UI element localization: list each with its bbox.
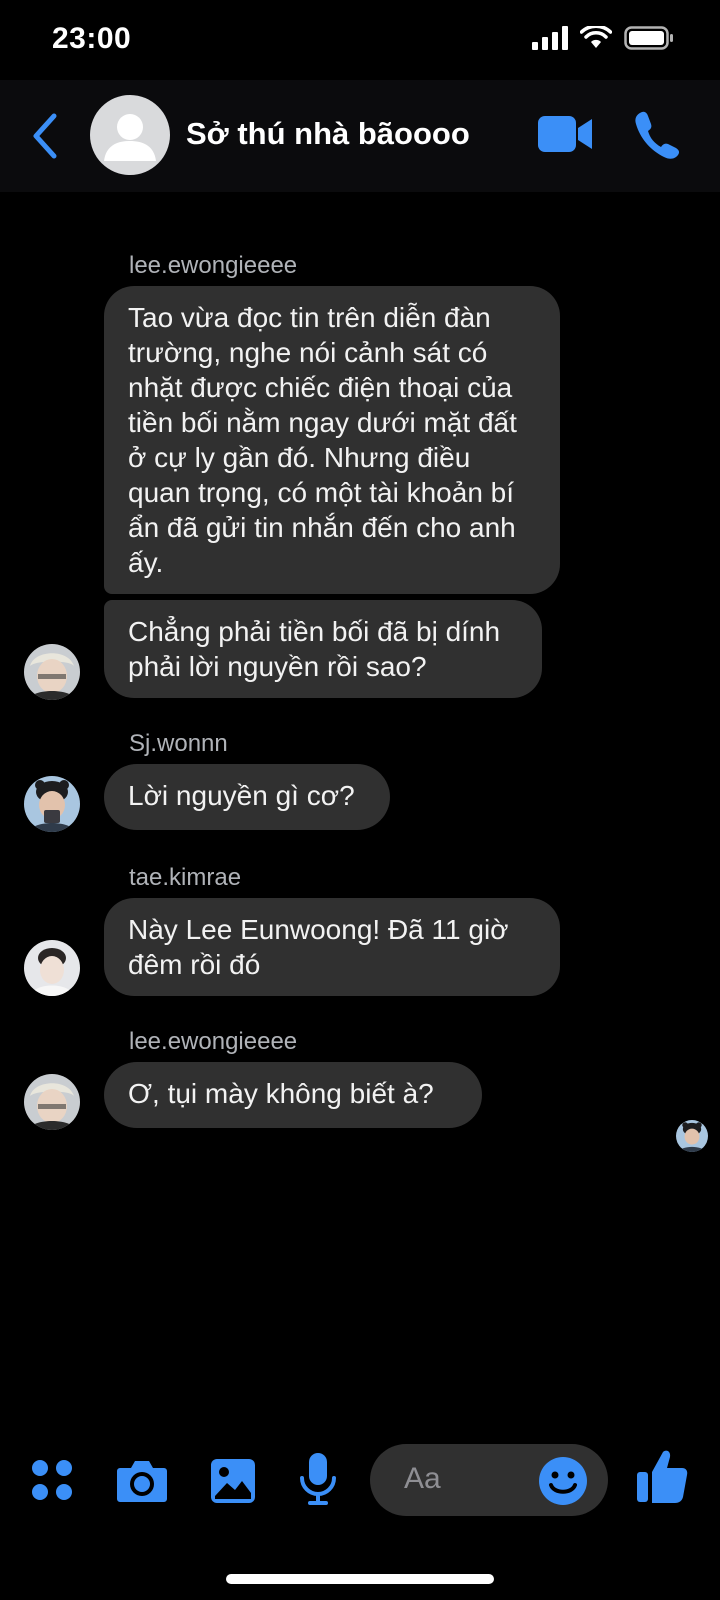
sender-avatar[interactable] (24, 1074, 80, 1130)
user-photo-avatar (24, 644, 80, 700)
user-photo-avatar (676, 1120, 708, 1152)
back-button[interactable] (26, 110, 66, 162)
sender-avatar[interactable] (24, 776, 80, 832)
image-icon (211, 1459, 255, 1503)
sender-name: lee.ewongieeee (129, 252, 298, 279)
status-icons (532, 26, 674, 50)
chat-header: Sở thú nhà bãoooo (0, 80, 720, 192)
user-photo-avatar (24, 1074, 80, 1130)
apps-grid-icon (32, 1460, 72, 1500)
gallery-button[interactable] (210, 1458, 256, 1504)
phone-icon (635, 111, 680, 159)
status-bar: 23:00 (0, 0, 720, 80)
user-photo-avatar (24, 940, 80, 996)
default-person-icon (104, 114, 156, 161)
emoji-icon (539, 1457, 587, 1505)
back-chevron-icon (33, 113, 57, 159)
sender-avatar[interactable] (24, 644, 80, 700)
message-bubble[interactable]: Ơ, tụi mày không biết à? (104, 1062, 482, 1128)
message-bubble[interactable]: Này Lee Eunwoong! Đã 11 giờ đêm rồi đó (104, 898, 560, 996)
message-composer: Aa (0, 1440, 720, 1540)
cellular-signal-icon (532, 26, 568, 50)
user-photo-avatar (24, 776, 80, 832)
sender-name: lee.ewongieeee (129, 1028, 298, 1055)
like-button[interactable] (636, 1448, 688, 1504)
video-call-button[interactable] (538, 114, 594, 154)
message-input-placeholder: Aa (404, 1462, 441, 1495)
sender-name: tae.kimrae (129, 864, 242, 891)
status-time: 23:00 (52, 22, 132, 55)
thumbs-up-icon (637, 1450, 688, 1503)
conversation-title[interactable]: Sở thú nhà bãoooo (186, 116, 470, 152)
video-camera-icon (538, 116, 592, 152)
microphone-icon (300, 1453, 336, 1505)
message-input[interactable]: Aa (370, 1444, 608, 1516)
wifi-icon (580, 26, 612, 48)
group-avatar[interactable] (90, 95, 170, 175)
home-indicator[interactable] (226, 1574, 494, 1584)
camera-button[interactable] (116, 1456, 168, 1504)
emoji-button[interactable] (538, 1456, 588, 1506)
seen-by-avatar (676, 1120, 708, 1152)
message-bubble[interactable]: Chẳng phải tiền bối đã bị dính phải lời … (104, 600, 542, 698)
voice-message-button[interactable] (298, 1452, 338, 1508)
camera-icon (117, 1461, 167, 1502)
message-bubble[interactable]: Tao vừa đọc tin trên diễn đàn trường, ng… (104, 286, 560, 594)
voice-call-button[interactable] (632, 108, 680, 160)
apps-button[interactable] (30, 1458, 74, 1502)
sender-name: Sj.wonnn (129, 730, 228, 757)
battery-icon (624, 26, 673, 50)
message-bubble[interactable]: Lời nguyền gì cơ? (104, 764, 390, 830)
sender-avatar[interactable] (24, 940, 80, 996)
